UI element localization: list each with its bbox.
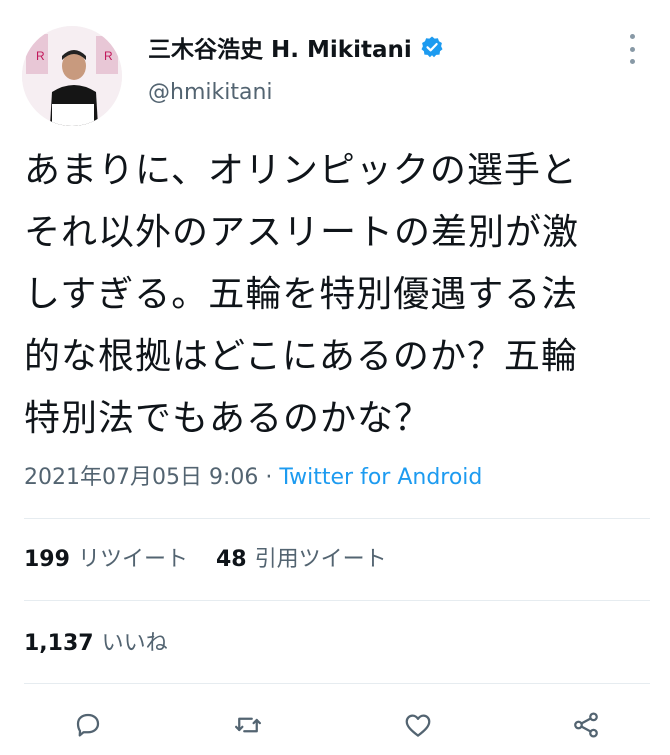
tweet-text: あまりに、オリンピックの選手と それ以外のアスリートの差別が激 しすぎる。五輪を… — [24, 150, 580, 439]
share-button[interactable] — [568, 707, 604, 743]
retweets-count: 199 — [24, 547, 70, 572]
quotes-label: 引用ツイート — [254, 547, 387, 572]
retweet-icon — [235, 717, 261, 733]
divider — [24, 600, 650, 601]
likes-count: 1,137 — [24, 631, 94, 656]
likes-label: いいね — [101, 631, 168, 656]
verified-badge-icon — [421, 36, 443, 58]
svg-text:R: R — [36, 49, 45, 63]
likes-stat[interactable]: 1,137 いいね — [24, 625, 168, 657]
divider — [24, 683, 650, 684]
avatar[interactable]: R R — [22, 26, 122, 126]
retweets-label: リツイート — [77, 547, 188, 572]
tweet-meta: 2021年07月05日 9:06 · Twitter for Android — [24, 459, 482, 491]
tweet-source-link[interactable]: Twitter for Android — [279, 465, 482, 490]
author-display-name[interactable]: 三木谷浩史 H. Mikitani — [148, 30, 412, 64]
tweet-timestamp[interactable]: 2021年07月05日 9:06 — [24, 465, 258, 490]
quotes-stat[interactable]: 48 引用ツイート — [216, 541, 387, 573]
more-options-icon[interactable] — [624, 34, 640, 64]
tweet-stats: 199 リツイート 48 引用ツイート — [24, 541, 415, 573]
quotes-count: 48 — [215, 547, 247, 572]
like-button[interactable] — [400, 707, 436, 743]
meta-separator: · — [258, 465, 280, 490]
svg-text:R: R — [104, 49, 113, 63]
reply-icon — [76, 713, 100, 737]
divider — [24, 518, 650, 519]
avatar-photo: R R — [22, 26, 122, 126]
retweets-stat[interactable]: 199 リツイート — [24, 541, 188, 573]
retweet-button[interactable] — [230, 707, 266, 743]
reply-button[interactable] — [70, 707, 106, 743]
author-handle[interactable]: @hmikitani — [148, 80, 273, 105]
share-icon — [574, 712, 598, 738]
like-icon — [405, 714, 431, 737]
